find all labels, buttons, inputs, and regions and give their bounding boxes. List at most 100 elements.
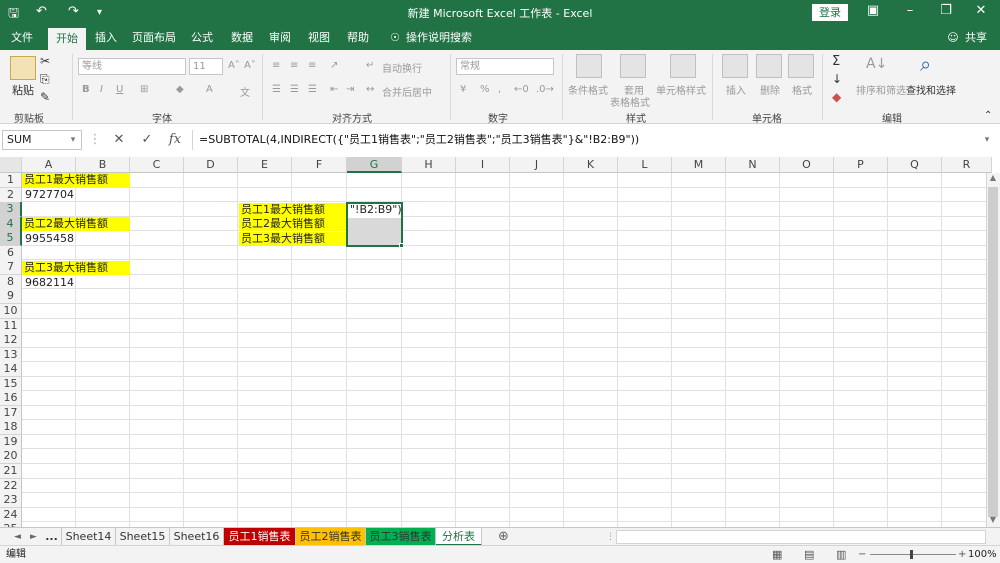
row-header-13[interactable]: 13 bbox=[0, 348, 22, 363]
column-header-g[interactable]: G bbox=[347, 157, 402, 173]
row-header-2[interactable]: 2 bbox=[0, 188, 22, 203]
row-header-10[interactable]: 10 bbox=[0, 304, 22, 319]
cancel-icon[interactable]: ✕ bbox=[108, 130, 130, 150]
save-icon[interactable]: 🖫 bbox=[8, 4, 19, 26]
cell-a1[interactable]: 员工1最大销售额 bbox=[22, 173, 130, 187]
row-header-4[interactable]: 4 bbox=[0, 217, 22, 232]
sheet-tab-sheet15[interactable]: Sheet15 bbox=[116, 528, 170, 546]
tab-file[interactable]: 文件 bbox=[6, 26, 38, 50]
column-header-b[interactable]: B bbox=[76, 157, 130, 173]
find-select-icon[interactable]: ⌕ bbox=[920, 52, 931, 76]
row-header-17[interactable]: 17 bbox=[0, 406, 22, 421]
expand-formula-bar-icon[interactable]: ▾ bbox=[976, 130, 998, 150]
row-header-1[interactable]: 1 bbox=[0, 173, 22, 188]
column-header-r[interactable]: R bbox=[942, 157, 992, 173]
cell-e5[interactable]: 员工3最大销售额 bbox=[239, 232, 347, 246]
sheet-tab-employee1[interactable]: 员工1销售表 bbox=[224, 528, 296, 546]
page-break-icon[interactable]: ▥ bbox=[836, 546, 846, 563]
prev-sheet-icon[interactable]: ◄ bbox=[14, 528, 21, 546]
customize-toolbar-icon[interactable]: ▾ bbox=[97, 7, 102, 18]
column-header-q[interactable]: Q bbox=[888, 157, 942, 173]
zoom-out-icon[interactable]: − bbox=[858, 546, 866, 563]
percent-icon[interactable]: % bbox=[480, 84, 490, 95]
tab-home[interactable]: 开始 bbox=[48, 28, 86, 50]
increase-font-icon[interactable]: A˄ bbox=[228, 60, 240, 71]
minimize-icon[interactable]: – bbox=[899, 3, 921, 21]
column-header-h[interactable]: H bbox=[402, 157, 456, 173]
tab-help[interactable]: 帮助 bbox=[342, 26, 374, 50]
italic-icon[interactable]: I bbox=[100, 84, 103, 95]
zoom-slider[interactable] bbox=[870, 554, 956, 555]
cell-a4[interactable]: 员工2最大销售额 bbox=[22, 217, 130, 231]
cell-a5[interactable]: 9955458 bbox=[22, 232, 76, 246]
column-header-i[interactable]: I bbox=[456, 157, 510, 173]
row-header-20[interactable]: 20 bbox=[0, 449, 22, 464]
row-header-18[interactable]: 18 bbox=[0, 420, 22, 435]
column-header-m[interactable]: M bbox=[672, 157, 726, 173]
tab-page-layout[interactable]: 页面布局 bbox=[130, 26, 178, 50]
column-header-j[interactable]: J bbox=[510, 157, 564, 173]
align-left-icon[interactable]: ☰ bbox=[272, 84, 281, 95]
align-bottom-icon[interactable]: ≡ bbox=[308, 60, 316, 71]
increase-decimal-icon[interactable]: ←0 bbox=[514, 84, 529, 95]
scroll-up-icon[interactable]: ▲ bbox=[988, 173, 998, 185]
select-all-corner[interactable] bbox=[0, 157, 22, 173]
row-header-23[interactable]: 23 bbox=[0, 493, 22, 508]
column-header-f[interactable]: F bbox=[292, 157, 347, 173]
row-header-22[interactable]: 22 bbox=[0, 479, 22, 494]
tell-me-search[interactable]: 操作说明搜索 bbox=[404, 26, 474, 50]
conditional-format-button[interactable]: 条件格式 bbox=[568, 82, 608, 97]
row-header-7[interactable]: 7 bbox=[0, 260, 22, 275]
column-header-c[interactable]: C bbox=[130, 157, 184, 173]
cell-style-icon[interactable] bbox=[670, 54, 696, 78]
row-header-9[interactable]: 9 bbox=[0, 289, 22, 304]
fill-color-icon[interactable]: ◆ bbox=[176, 84, 184, 95]
autosum-icon[interactable]: Σ bbox=[832, 54, 840, 69]
format-cells-icon[interactable] bbox=[788, 54, 814, 78]
bold-icon[interactable]: B bbox=[82, 84, 90, 95]
row-header-3[interactable]: 3 bbox=[0, 202, 22, 217]
clear-icon[interactable]: ◆ bbox=[832, 90, 841, 104]
zoom-in-icon[interactable]: + bbox=[958, 546, 966, 563]
merge-center-button[interactable]: 合并后居中 bbox=[382, 84, 432, 99]
formula-input[interactable]: =SUBTOTAL(4,INDIRECT({"员工1销售表";"员工2销售表";… bbox=[192, 130, 990, 150]
row-header-19[interactable]: 19 bbox=[0, 435, 22, 450]
vertical-scroll-thumb[interactable] bbox=[988, 187, 998, 517]
tab-split-icon[interactable]: ⋮ bbox=[606, 528, 615, 546]
column-header-d[interactable]: D bbox=[184, 157, 238, 173]
tab-view[interactable]: 视图 bbox=[303, 26, 335, 50]
zoom-slider-thumb[interactable] bbox=[910, 550, 913, 559]
wrap-text-icon[interactable]: ↵ bbox=[366, 60, 374, 71]
column-header-l[interactable]: L bbox=[618, 157, 672, 173]
worksheet-grid[interactable]: ABCDEFGHIJKLMNOPQR 1 2 3 4 5 6 7 8 9 10 11 12 13 14 15… bbox=[0, 157, 1000, 527]
align-middle-icon[interactable]: ≡ bbox=[290, 60, 298, 71]
conditional-format-icon[interactable] bbox=[576, 54, 602, 78]
tab-formulas[interactable]: 公式 bbox=[186, 26, 218, 50]
insert-cells-button[interactable]: 插入 bbox=[726, 82, 746, 97]
font-size-combo[interactable]: 11 bbox=[189, 58, 223, 75]
cell-a2[interactable]: 9727704 bbox=[22, 188, 76, 202]
delete-cells-button[interactable]: 删除 bbox=[760, 82, 780, 97]
paste-button[interactable]: 粘贴 bbox=[12, 82, 34, 98]
tab-data[interactable]: 数据 bbox=[226, 26, 258, 50]
sheet-tab-sheet14[interactable]: Sheet14 bbox=[62, 528, 116, 546]
collapse-ribbon-icon[interactable]: ⌃ bbox=[984, 110, 992, 121]
decrease-decimal-icon[interactable]: .0→ bbox=[536, 84, 554, 95]
name-box-dropdown-icon[interactable]: ▾ bbox=[62, 130, 84, 150]
decrease-font-icon[interactable]: A˅ bbox=[244, 60, 256, 71]
fill-icon[interactable]: ↓ bbox=[832, 72, 842, 86]
row-header-6[interactable]: 6 bbox=[0, 246, 22, 261]
redo-icon[interactable]: ↷ bbox=[68, 4, 79, 19]
row-header-14[interactable]: 14 bbox=[0, 362, 22, 377]
undo-icon[interactable]: ↶ bbox=[36, 4, 47, 19]
row-header-5[interactable]: 5 bbox=[0, 231, 22, 246]
phonetic-icon[interactable]: 文 bbox=[240, 84, 250, 99]
sheet-tab-sheet16[interactable]: Sheet16 bbox=[170, 528, 224, 546]
border-icon[interactable]: ⊞ bbox=[140, 84, 148, 95]
row-header-12[interactable]: 12 bbox=[0, 333, 22, 348]
row-header-11[interactable]: 11 bbox=[0, 319, 22, 334]
row-header-16[interactable]: 16 bbox=[0, 391, 22, 406]
row-header-24[interactable]: 24 bbox=[0, 508, 22, 523]
tab-review[interactable]: 审阅 bbox=[264, 26, 296, 50]
cell-a7[interactable]: 员工3最大销售额 bbox=[22, 261, 130, 275]
